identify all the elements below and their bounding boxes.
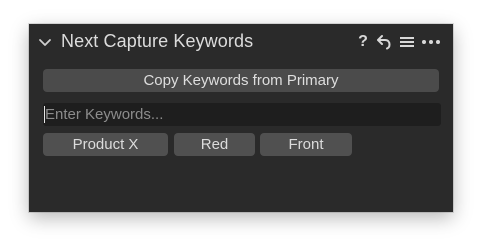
next-capture-keywords-panel: Next Capture Keywords ? Copy Keywords fr…	[29, 24, 453, 212]
panel-title: Next Capture Keywords	[61, 31, 254, 51]
panel-header: Next Capture Keywords ?	[29, 24, 453, 60]
keyword-chip[interactable]: Red	[174, 133, 255, 156]
more-options-icon[interactable]	[420, 32, 442, 52]
reset-arrow-icon[interactable]	[375, 32, 393, 52]
keyword-chip[interactable]: Product X	[43, 133, 168, 156]
keywords-input[interactable]	[43, 103, 441, 126]
copy-keywords-button[interactable]: Copy Keywords from Primary	[43, 69, 439, 92]
keyword-chip[interactable]: Front	[260, 133, 352, 156]
chevron-down-icon[interactable]	[38, 36, 52, 48]
text-caret	[44, 106, 45, 123]
help-icon[interactable]: ?	[356, 32, 370, 52]
hamburger-menu-icon[interactable]	[398, 32, 416, 52]
